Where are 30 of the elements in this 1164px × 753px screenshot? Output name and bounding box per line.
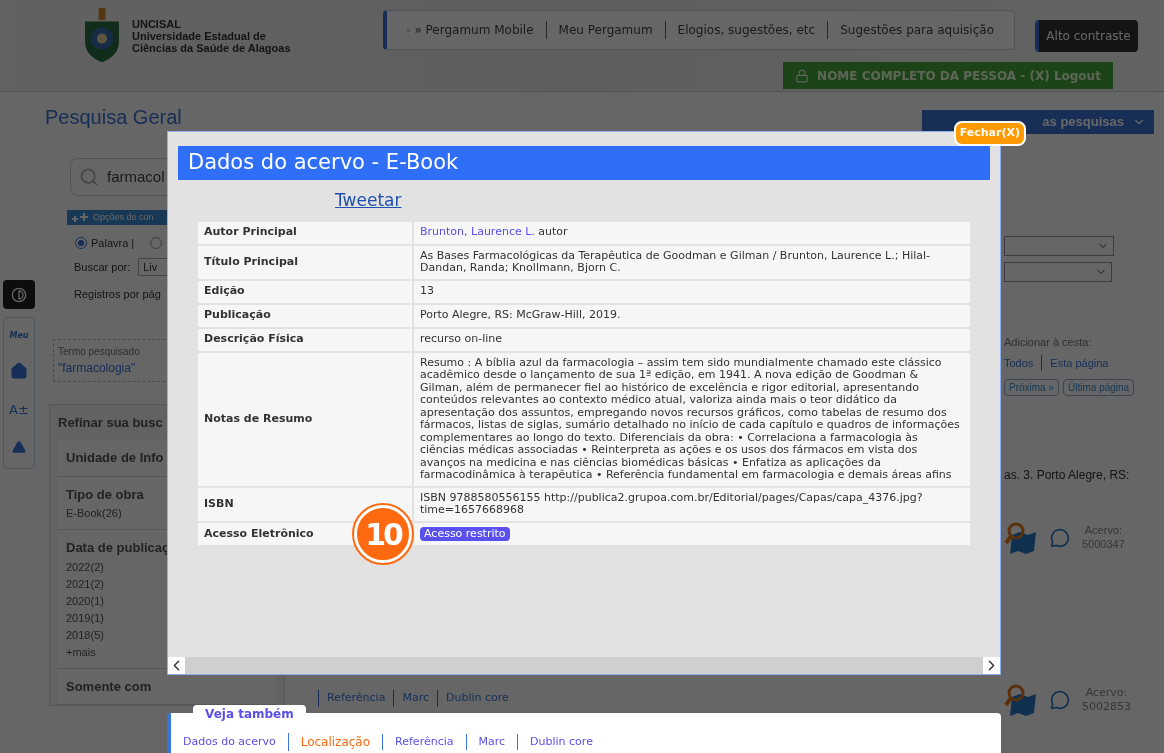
filter-title: Unidade de Info <box>66 449 164 467</box>
filter-title: Tipo de obra <box>66 485 144 504</box>
filter-title: Somente com <box>66 677 152 696</box>
field-label: Edição <box>198 280 412 303</box>
institution-name: Ciências da Saúde de Alagoas <box>132 42 291 54</box>
field-value: Brunton, Laurence L. autor <box>420 226 568 239</box>
field-label: Título Principal <box>198 245 412 279</box>
field-label: ISBN <box>198 487 412 521</box>
field-value: Porto Alegre, RS: McGraw-Hill, 2019. <box>420 309 621 322</box>
field-label: Publicação <box>198 304 412 327</box>
field-label: Descrição Física <box>198 328 412 351</box>
field-value: 13 <box>420 285 434 298</box>
search-title: Pesquisa Geral <box>45 105 182 130</box>
dialog-title: Dados do acervo - E-Book <box>178 146 990 180</box>
field-value: Resumo : A bíblia azul da farmacologia – assim tem sido mundialmente chamado este clássico acadêmico desde o lançamento de sua 1ª edição, em 1941. A nova edição de Goodman & Gilman, além de permanecer fiel ao histórico de excelência e rigor editorial, apresentando conteúdos relevantes ao contexto médico atual, valoriza ainda mais o teor didático da apresentação dos assuntos, empregando novos recursos gráficos, como tabelas de resumo dos fármacos, listas de siglas, sumário detalhado no início de cada capítulo e quadros de informações complementares ao longo do texto. Diferenciais da obra: • Correlaciona a farmacologia às ciências médicas associadas • Reinterpreta as ações e os usos dos fármacos em vista dos avanços na medicina e nas ciências biomédicas básicas • Enfatiza as aplicações da farmacodinâmica à terapêutica • Referência fundamental em farmacologia e demais áreas afins <box>420 356 961 482</box>
institution-name: Universidade Estadual de <box>132 30 267 42</box>
per-page-label: Registros por pág <box>74 287 161 302</box>
field-value: As Bases Farmacológicas da Terapêutica de Goodman e Gilman / Brunton, Laurence L.; Hilal-Dandan, Randa; Knollmann, Bjorn C. <box>420 249 932 275</box>
field-value: recurso on-line <box>420 333 503 346</box>
search-term: "farmacologia" <box>58 359 136 377</box>
field-label: Autor Principal <box>198 221 412 244</box>
refine-title: Refinar sua busc <box>57 413 164 432</box>
field-value: ISBN 9788580556155 http://publica2.grupoa.com.br/Editorial/pages/Capas/capa_4376.jpg?time=1657668968 <box>420 491 924 517</box>
institution-name: UNCISAL <box>132 18 182 30</box>
field-label: Notas de Resumo <box>198 352 412 486</box>
annotation-marker: 10 <box>354 505 412 563</box>
filter-title: Data de publicaç <box>66 539 170 557</box>
see-also-title: Veja também <box>193 705 306 723</box>
search-by-label: Buscar por: <box>74 259 131 275</box>
result-citation: as. 3. Porto Alegre, RS: <box>1004 467 1130 484</box>
